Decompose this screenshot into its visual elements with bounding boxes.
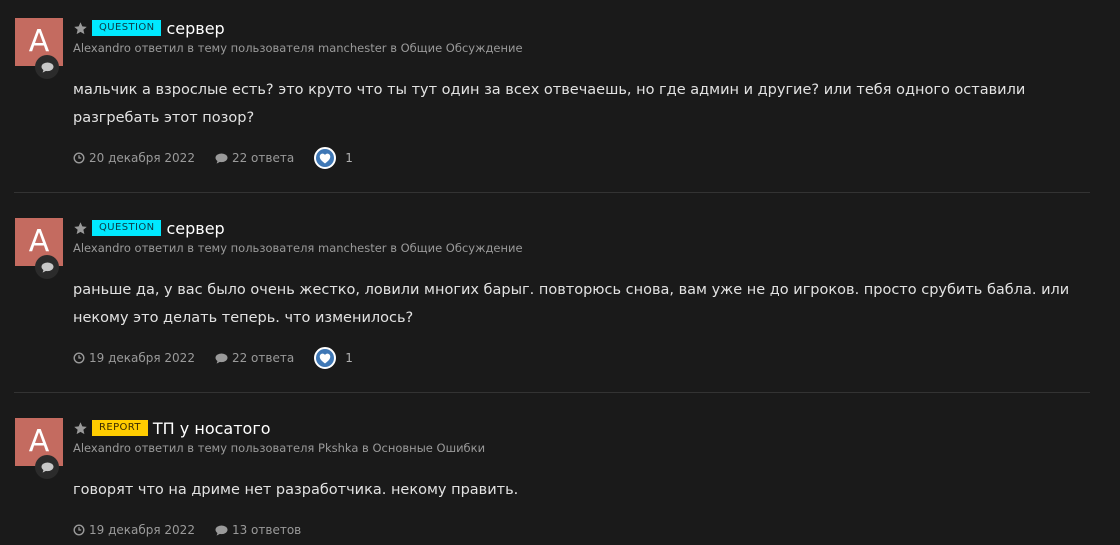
clock-icon [73,524,85,536]
post-snippet: говорят что на дриме нет разработчика. н… [73,482,519,498]
comment-icon [35,55,59,79]
prefix-badge[interactable]: REPORT [92,420,148,436]
prefix-badge[interactable]: QUESTION [92,20,162,36]
prefix-badge[interactable]: QUESTION [92,220,162,236]
activity-meta[interactable]: Alexandro ответил в тему пользователя ma… [73,41,523,55]
activity-meta[interactable]: Alexandro ответил в тему пользователя ma… [73,241,523,255]
post-date: 19 декабря 2022 [73,351,195,365]
reply-count-text: 22 ответа [231,151,295,165]
comment-icon [215,153,228,164]
heart-icon[interactable] [314,347,337,369]
post-date: 19 декабря 2022 [73,523,195,537]
clock-icon [73,352,85,364]
reply-count[interactable]: 13 ответов [215,523,301,537]
comment-icon [35,255,59,279]
post-date: 20 декабря 2022 [73,151,195,165]
clock-icon [73,152,85,164]
post-date-text: 19 декабря 2022 [89,523,195,537]
title-row: REPORT ТП у носатого [73,417,271,439]
divider [14,392,1090,393]
stats-row: 20 декабря 2022 22 ответа 1 [73,144,353,172]
title-row: QUESTION сервер [73,17,225,39]
reply-count-text: 22 ответа [231,351,295,365]
topic-title-link[interactable]: ТП у носатого [153,419,271,438]
activity-stream: A QUESTION сервер Alexandro ответил в те… [0,0,1120,545]
activity-meta[interactable]: Alexandro ответил в тему пользователя Pk… [73,441,485,455]
reply-count-text: 13 ответов [231,523,302,537]
reply-count[interactable]: 22 ответа [215,351,294,365]
reply-count[interactable]: 22 ответа [215,151,294,165]
stats-row: 19 декабря 2022 22 ответа 1 [73,344,353,372]
comment-icon [215,353,228,364]
heart-icon[interactable] [314,147,337,169]
reaction[interactable]: 1 [314,147,353,169]
comment-icon [35,455,59,479]
post-snippet: мальчик а взрослые есть? это круто что т… [73,82,1026,126]
reaction-count[interactable]: 1 [345,351,353,365]
star-icon[interactable] [73,21,88,36]
post-date-text: 20 декабря 2022 [89,151,195,165]
reaction[interactable]: 1 [314,347,353,369]
title-row: QUESTION сервер [73,217,225,239]
star-icon[interactable] [73,421,88,436]
reaction-count[interactable]: 1 [345,151,353,165]
post-date-text: 19 декабря 2022 [89,351,195,365]
post-snippet: раньше да, у вас было очень жестко, лови… [73,282,1070,326]
comment-icon [215,525,228,536]
topic-title-link[interactable]: сервер [166,19,224,38]
divider [14,192,1090,193]
star-icon[interactable] [73,221,88,236]
topic-title-link[interactable]: сервер [166,219,224,238]
stats-row: 19 декабря 2022 13 ответов [73,516,301,544]
